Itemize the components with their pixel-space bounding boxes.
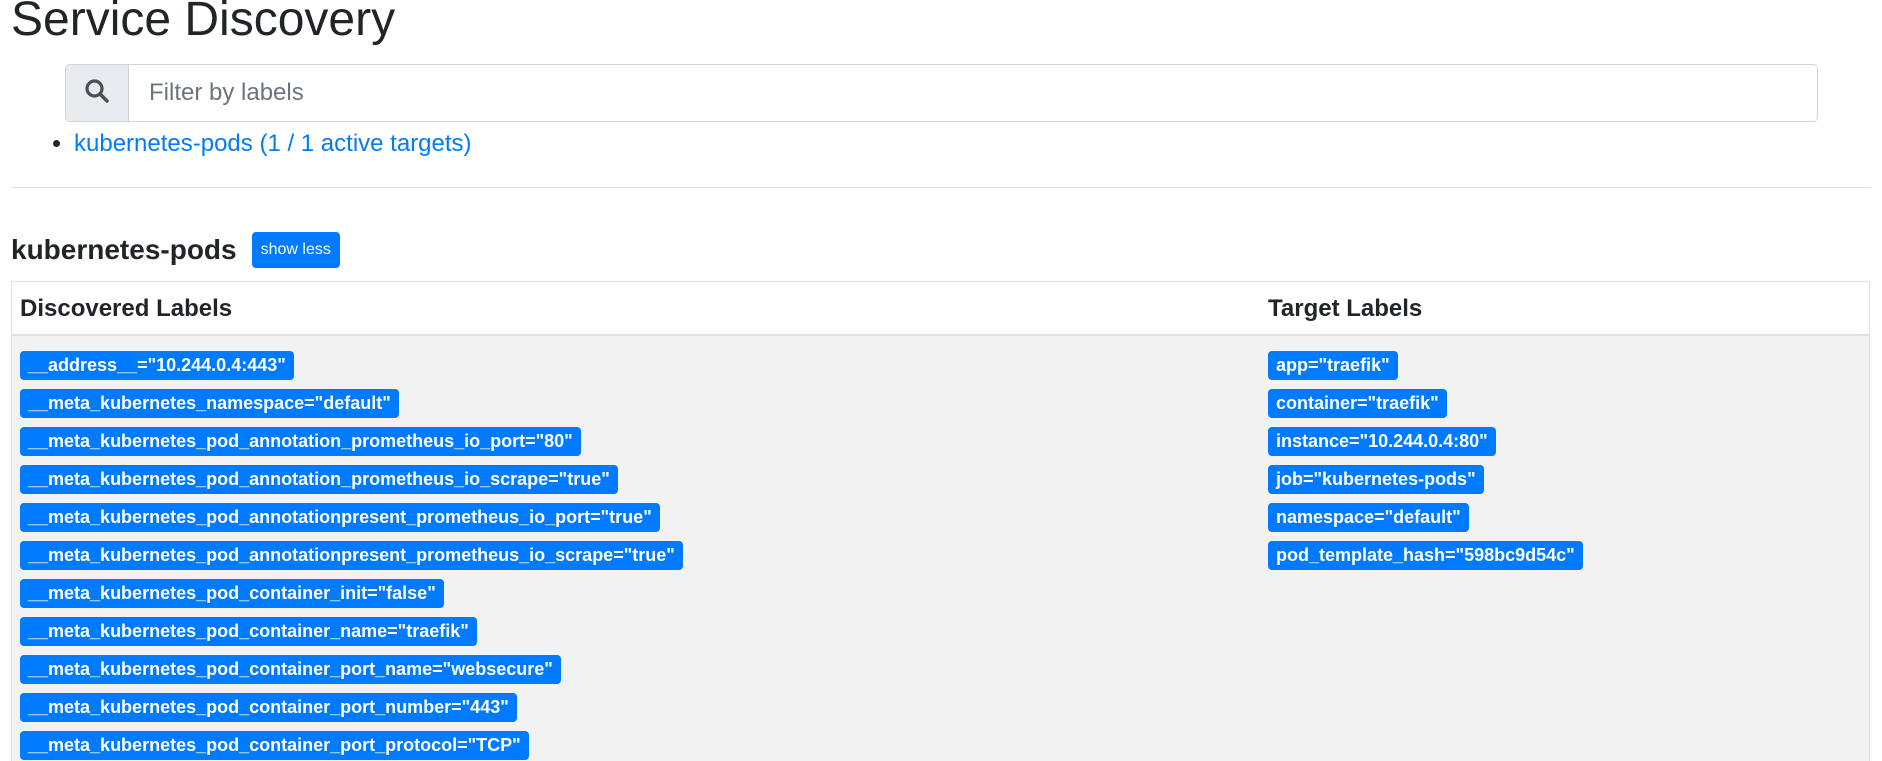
label-badge: __meta_kubernetes_pod_container_port_pro…	[20, 731, 529, 760]
search-icon	[84, 78, 110, 109]
show-less-button[interactable]: show less	[251, 232, 340, 268]
label-badge: __meta_kubernetes_pod_container_init="fa…	[20, 579, 444, 608]
label-badge: __meta_kubernetes_pod_container_name="tr…	[20, 617, 477, 646]
service-discovery-page: Service Discovery kubernetes-pods (1 / 1…	[0, 0, 1882, 761]
label-badge: container="traefik"	[1268, 389, 1447, 418]
label-badge: namespace="default"	[1268, 503, 1469, 532]
target-labels-list: app="traefik" container="traefik" instan…	[1260, 336, 1869, 761]
label-badge: __meta_kubernetes_pod_container_port_num…	[20, 693, 517, 722]
label-badge: app="traefik"	[1268, 351, 1398, 380]
discovered-labels-column: Discovered Labels __address__="10.244.0.…	[12, 282, 1261, 761]
label-badge: __meta_kubernetes_pod_annotationpresent_…	[20, 503, 660, 532]
job-list: kubernetes-pods (1 / 1 active targets)	[24, 126, 472, 162]
labels-table: Discovered Labels __address__="10.244.0.…	[11, 281, 1870, 761]
target-labels-column: Target Labels app="traefik" container="t…	[1260, 282, 1869, 761]
page-title: Service Discovery	[11, 0, 396, 46]
label-badge: pod_template_hash="598bc9d54c"	[1268, 541, 1583, 570]
label-badge: __meta_kubernetes_pod_annotationpresent_…	[20, 541, 683, 570]
label-badge: instance="10.244.0.4:80"	[1268, 427, 1496, 456]
label-badge: __address__="10.244.0.4:443"	[20, 351, 294, 380]
search-bar	[65, 64, 1818, 122]
label-badge: __meta_kubernetes_pod_annotation_prometh…	[20, 427, 581, 456]
discovered-labels-list: __address__="10.244.0.4:443" __meta_kube…	[12, 336, 1260, 761]
label-badge: __meta_kubernetes_namespace="default"	[20, 389, 399, 418]
divider	[11, 187, 1871, 188]
label-badge: job="kubernetes-pods"	[1268, 465, 1484, 494]
column-header-target: Target Labels	[1260, 282, 1869, 336]
label-badge: __meta_kubernetes_pod_annotation_prometh…	[20, 465, 618, 494]
label-badge: __meta_kubernetes_pod_container_port_nam…	[20, 655, 561, 684]
search-addon	[66, 65, 129, 121]
list-item: kubernetes-pods (1 / 1 active targets)	[74, 126, 472, 162]
search-input[interactable]	[129, 65, 1817, 121]
section-title: kubernetes-pods	[11, 234, 237, 265]
job-link-kubernetes-pods[interactable]: kubernetes-pods (1 / 1 active targets)	[74, 130, 472, 157]
section-header: kubernetes-pods show less	[11, 232, 340, 268]
column-header-discovered: Discovered Labels	[12, 282, 1260, 336]
